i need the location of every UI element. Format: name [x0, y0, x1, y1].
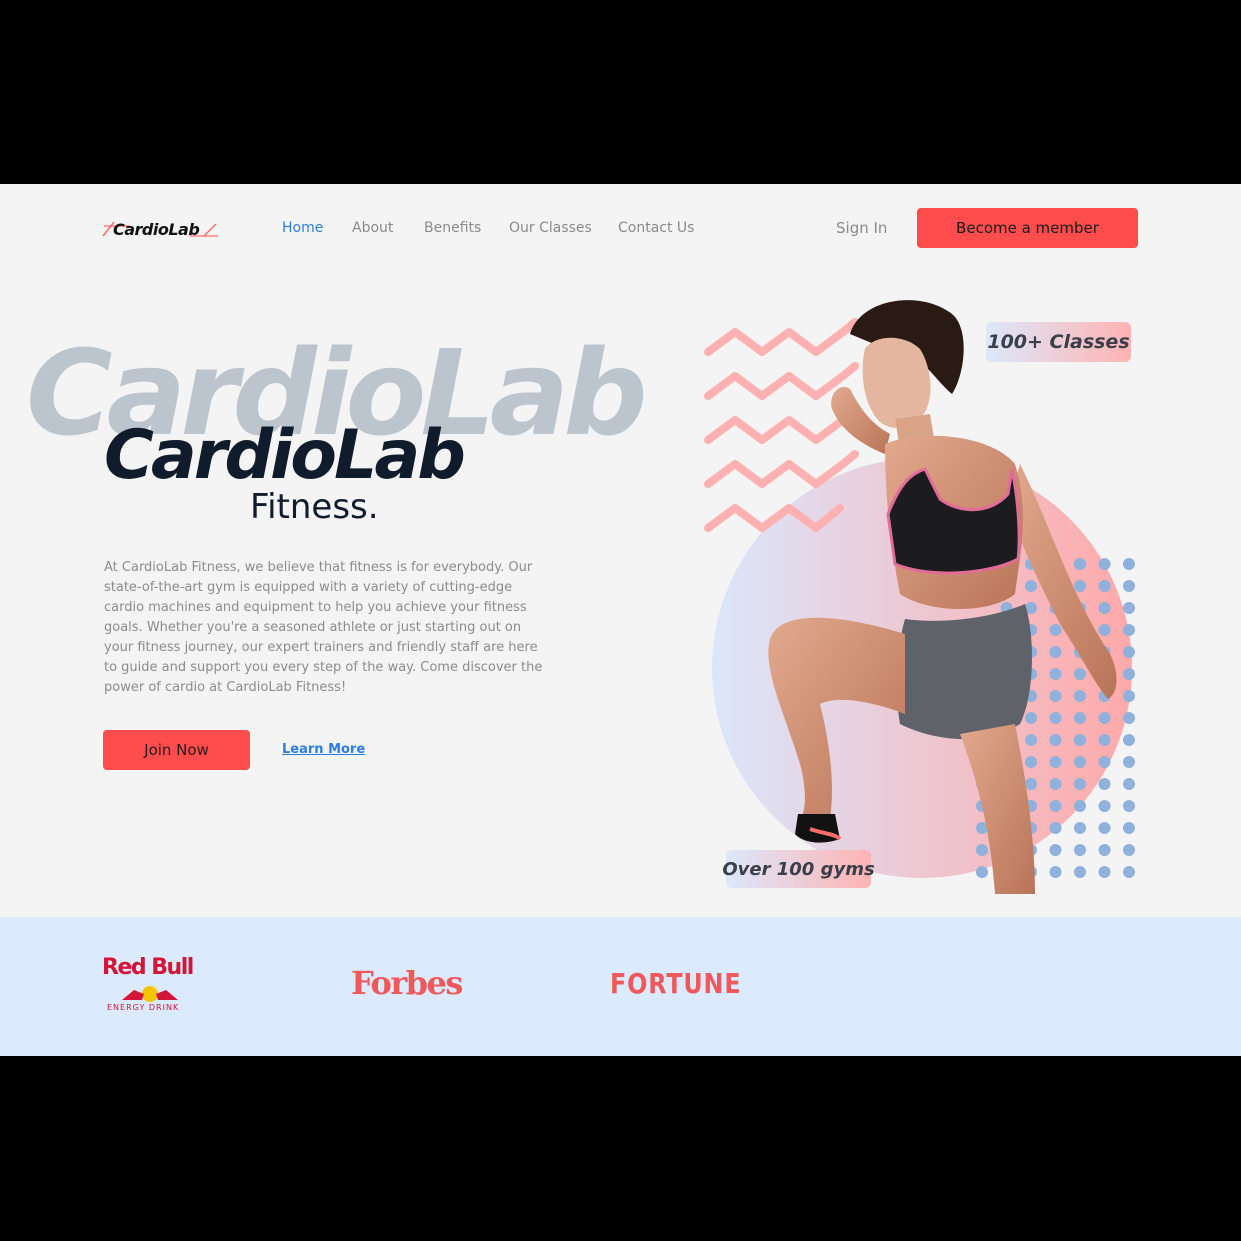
classes-badge: 100+ Classes	[986, 322, 1131, 362]
decor-dot	[1074, 822, 1086, 834]
decor-dot	[1025, 734, 1037, 746]
decor-dot	[1074, 668, 1086, 680]
decor-dot	[1123, 800, 1135, 812]
decor-dot	[1098, 844, 1111, 856]
nav-home[interactable]: Home	[282, 220, 323, 236]
gyms-badge: Over 100 gyms	[722, 850, 875, 888]
decor-dot	[1123, 624, 1135, 636]
decor-dot	[1049, 822, 1062, 834]
fortune-logo: FORTUNE	[610, 967, 742, 1000]
decor-dot	[1098, 712, 1111, 724]
decor-dot	[976, 866, 988, 878]
decor-dot	[1098, 822, 1111, 834]
learn-more-link[interactable]: Learn More	[282, 742, 365, 757]
decor-dot	[1074, 690, 1086, 702]
decor-dot	[1098, 624, 1111, 636]
decor-dot	[1025, 580, 1037, 592]
nav-contact-us[interactable]: Contact Us	[618, 220, 694, 236]
become-member-button[interactable]: Become a member	[917, 208, 1138, 248]
hero-subtitle: Fitness.	[250, 487, 379, 527]
decor-dot	[1123, 602, 1135, 614]
decor-dot	[1098, 602, 1111, 614]
decor-dot	[1049, 734, 1062, 746]
decor-dot	[976, 844, 988, 856]
redbull-subtitle: ENERGY DRINK	[107, 1003, 180, 1012]
decor-dot	[1049, 646, 1062, 658]
decor-dot	[1074, 756, 1086, 768]
decor-dot	[1123, 778, 1135, 790]
decor-dot	[1098, 866, 1111, 878]
decor-dot	[1123, 756, 1135, 768]
decor-dot	[1098, 558, 1111, 570]
redbull-logo: Red Bull ENERGY DRINK	[102, 955, 202, 1015]
redbull-wordmark: Red Bull	[102, 955, 194, 980]
decor-dot	[1049, 800, 1062, 812]
nav-about[interactable]: About	[352, 220, 393, 236]
redbull-bulls-logo	[122, 986, 178, 1002]
decor-dot	[1074, 866, 1086, 878]
decor-dot	[1025, 778, 1037, 790]
decor-dot	[1049, 690, 1062, 702]
decor-dot	[1074, 558, 1086, 570]
decor-dot	[1074, 712, 1086, 724]
decor-dot	[1098, 756, 1111, 768]
decor-dot	[1074, 844, 1086, 856]
decor-dot	[1123, 646, 1135, 658]
decor-dot	[1074, 800, 1086, 812]
sign-in-link[interactable]: Sign In	[836, 219, 887, 237]
decor-dot	[1074, 778, 1086, 790]
decor-dot	[1123, 822, 1135, 834]
decor-dot	[1123, 558, 1135, 570]
decor-dot	[1025, 756, 1037, 768]
nav-benefits[interactable]: Benefits	[424, 220, 481, 236]
logo-text: CardioLab	[113, 220, 200, 239]
decor-dot	[1074, 734, 1086, 746]
decor-dot	[1123, 866, 1135, 878]
decor-dot	[1123, 580, 1135, 592]
decor-dot	[1049, 778, 1062, 790]
hero-title: CardioLab	[104, 416, 466, 495]
landing-page: CardioLab Home About Benefits Our Classe…	[0, 184, 1241, 1056]
nav-our-classes[interactable]: Our Classes	[509, 220, 592, 236]
decor-dot	[1025, 712, 1037, 724]
decor-dot	[1049, 668, 1062, 680]
decor-dot	[1049, 624, 1062, 636]
decor-dot	[1123, 734, 1135, 746]
decor-dot	[1049, 844, 1062, 856]
decor-dot	[1098, 778, 1111, 790]
join-now-button[interactable]: Join Now	[103, 730, 250, 770]
decor-dot	[1049, 756, 1062, 768]
decor-dot	[1123, 668, 1135, 680]
forbes-logo: Forbes	[351, 964, 463, 1002]
decor-dot	[1098, 734, 1111, 746]
decor-dot	[1074, 580, 1086, 592]
decor-dot	[1098, 580, 1111, 592]
hero-illustration	[704, 300, 1135, 894]
logo[interactable]: CardioLab	[100, 214, 220, 244]
decor-dot	[1049, 712, 1062, 724]
decor-dot	[1049, 866, 1062, 878]
decor-dot	[1123, 690, 1135, 702]
decor-dot	[1123, 712, 1135, 724]
brand-logos-band: Red Bull ENERGY DRINK Forbes FORTUNE	[0, 917, 1241, 1056]
decor-dot	[1098, 800, 1111, 812]
decor-dot	[1123, 844, 1135, 856]
hero-description: At CardioLab Fitness, we believe that fi…	[104, 560, 543, 695]
